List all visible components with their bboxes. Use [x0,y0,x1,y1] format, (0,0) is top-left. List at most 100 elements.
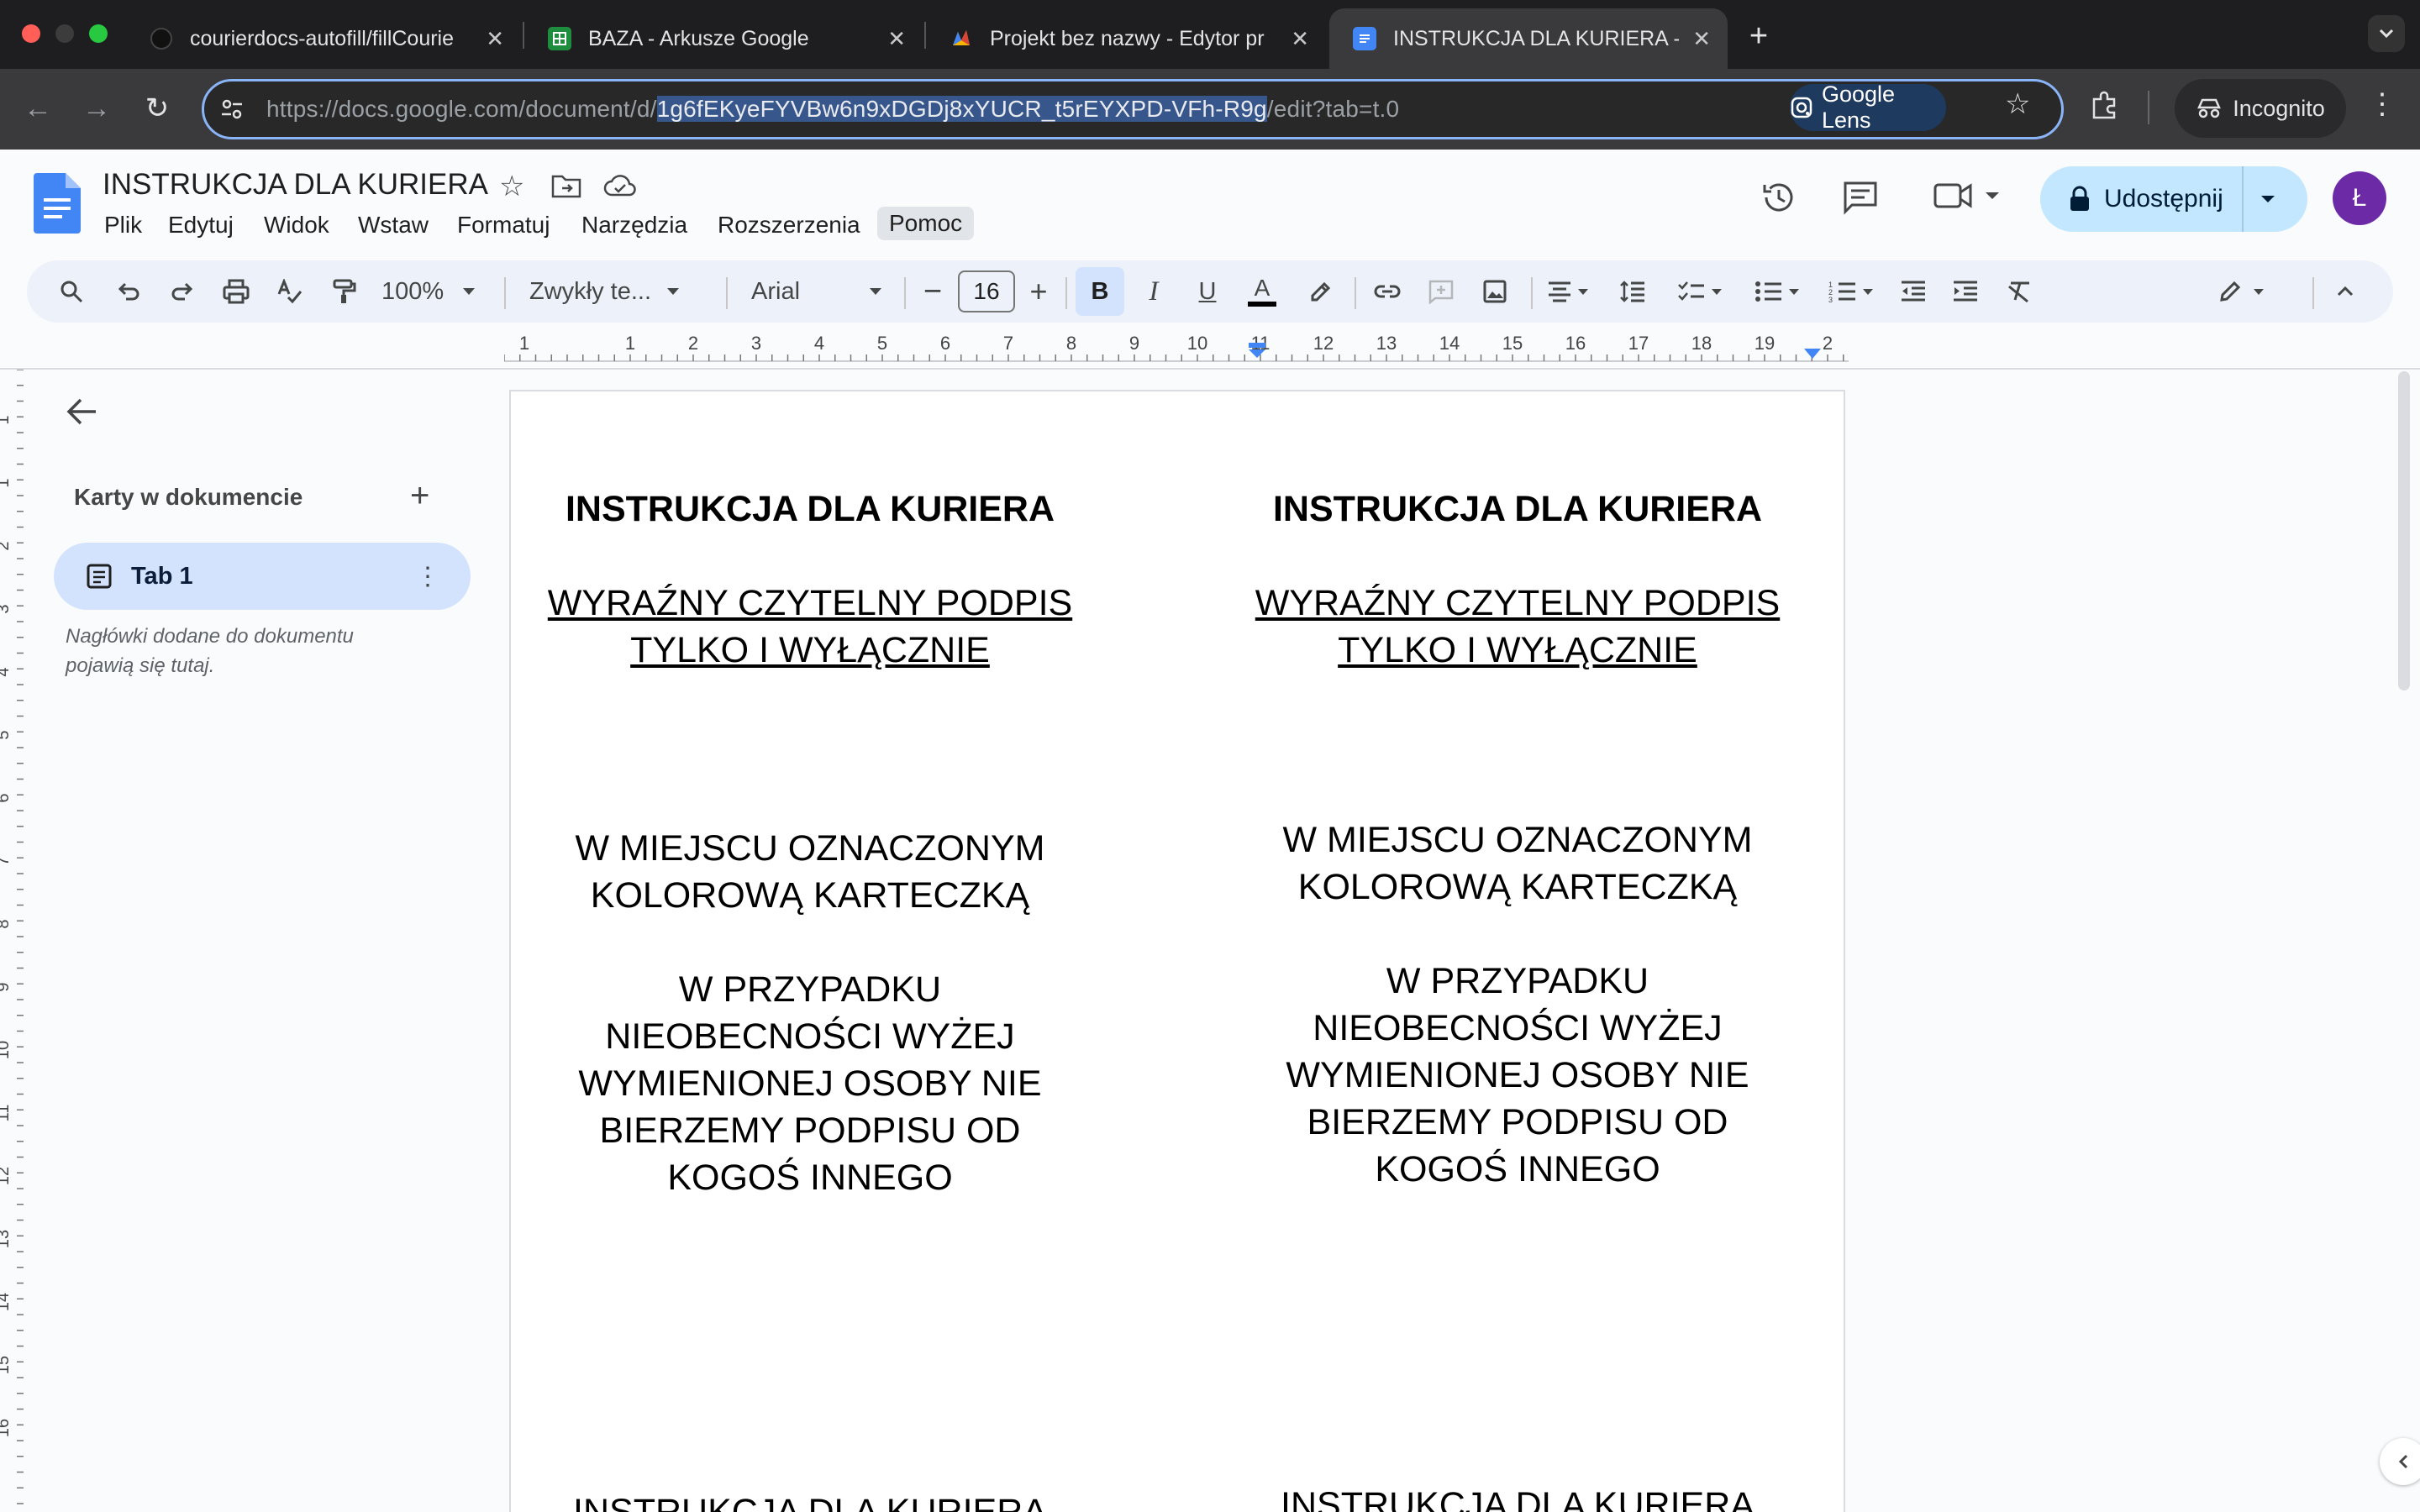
close-window-button[interactable] [22,24,40,43]
zoom-window-button[interactable] [89,24,108,43]
docs-logo-icon[interactable] [34,173,81,234]
version-history-icon[interactable] [1760,178,1798,217]
right-indent-marker-icon[interactable] [1803,348,1822,360]
side-panel-toggle-chevron-icon[interactable] [2380,1438,2420,1485]
google-lens-button[interactable]: Google Lens [1790,81,1946,133]
font-select[interactable]: Arial [751,267,882,316]
right-absence-line-2: NIEOBECNOŚCI WYŻEJ [1313,1008,1723,1048]
ruler-label: 2 [0,541,13,550]
bold-button[interactable]: B [1076,267,1124,316]
menu-edytuj[interactable]: Edytuj [168,212,234,239]
back-arrow-icon[interactable]: ← [17,87,59,129]
right-absence-line-3: WYMIENIONEJ OSOBY NIE [1286,1055,1749,1095]
menu-plik[interactable]: Plik [104,212,142,239]
ruler-label: 10 [0,1041,13,1059]
vertical-scrollbar[interactable] [2391,370,2420,1512]
left-absence-line-1: W PRZYPADKU [678,969,942,1010]
close-tab-icon[interactable]: ✕ [486,26,504,52]
meet-video-button[interactable] [1933,181,2000,210]
insert-image-icon[interactable] [1476,267,1514,316]
tab-options-kebab-icon[interactable]: ⋮ [415,562,440,591]
close-outline-back-arrow-icon[interactable] [64,395,101,428]
forward-arrow-icon[interactable]: → [76,87,118,129]
close-tab-icon[interactable]: ✕ [887,26,906,52]
align-center-icon [1549,281,1570,302]
clear-formatting-icon[interactable] [2000,267,2039,316]
site-settings-icon[interactable] [219,97,245,122]
line-spacing-icon[interactable] [1613,267,1652,316]
share-button[interactable]: Udostępnij [2040,166,2307,232]
print-icon[interactable] [217,267,255,316]
ruler-label: 4 [814,333,824,354]
redo-icon[interactable] [163,267,202,316]
decrease-font-size-icon[interactable]: − [918,267,948,316]
paragraph-style-select[interactable]: Zwykły te... [529,267,706,316]
share-dropdown-caret-icon[interactable] [2260,194,2275,204]
bookmark-star-icon[interactable]: ☆ [2005,87,2030,121]
bulleted-list-select[interactable] [1749,267,1805,316]
zoom-select[interactable]: 100% [381,267,482,316]
undo-icon[interactable] [109,267,148,316]
reload-icon[interactable]: ↻ [136,87,178,129]
close-tab-icon[interactable]: ✕ [1692,26,1711,52]
text-color-a-icon: A [1254,275,1270,301]
star-document-icon[interactable]: ☆ [499,170,524,203]
text-color-button[interactable]: A [1240,267,1284,316]
browser-menu-kebab-icon[interactable]: ⋮ [2368,87,2396,121]
add-comment-icon[interactable] [1422,267,1460,316]
scrollbar-thumb[interactable] [2398,371,2410,690]
new-tab-plus-icon[interactable]: + [1738,15,1780,57]
checklist-select[interactable] [1672,267,1728,316]
spellcheck-icon[interactable] [271,267,309,316]
add-tab-plus-icon[interactable]: + [410,477,429,515]
menu-pomoc[interactable]: Pomoc [877,207,975,240]
document-page[interactable]: INSTRUKCJA DLA KURIERA WYRAŹNY CZYTELNY … [509,390,1845,1512]
url-text[interactable]: https://docs.google.com/document/d/1g6fE… [266,96,1399,123]
editing-mode-select[interactable] [2208,267,2274,316]
align-select[interactable] [1543,267,1593,316]
tab-search-chevron-icon[interactable] [2368,15,2405,52]
menu-formatuj[interactable]: Formatuj [457,212,550,239]
tab-title: courierdocs-autofill/fillCourie [190,26,455,50]
incognito-indicator[interactable]: Incognito [2175,79,2346,138]
browser-tab-docs-active[interactable]: INSTRUKCJA DLA KURIERA - ✕ [1329,8,1728,69]
increase-font-size-icon[interactable]: + [1023,267,1054,316]
ruler-label: 16 [1565,333,1586,354]
paint-format-icon[interactable] [324,267,363,316]
search-menus-icon[interactable] [52,267,91,316]
horizontal-ruler[interactable]: 1123456789101112131415161718192 [504,331,1849,365]
insert-link-icon[interactable] [1368,267,1407,316]
extensions-puzzle-icon[interactable] [2089,89,2121,121]
highlight-pen-icon[interactable] [1301,267,1339,316]
increase-indent-icon[interactable] [1946,267,1985,316]
underline-button[interactable]: U [1186,267,1228,316]
menu-widok[interactable]: Widok [264,212,329,239]
menu-narzedzia[interactable]: Narzędzia [581,212,687,239]
browser-tab-sheets[interactable]: BAZA - Arkusze Google ✕ [524,8,923,69]
toolbar-divider [726,277,728,309]
comments-icon[interactable] [1842,180,1879,215]
font-size-input[interactable]: 16 [958,270,1015,312]
tab-item-tab-1[interactable]: Tab 1 ⋮ [54,543,471,610]
menu-wstaw[interactable]: Wstaw [358,212,429,239]
indent-marker-icon[interactable] [1247,343,1267,360]
right-absence-line-1: W PRZYPADKU [1386,961,1649,1001]
move-folder-icon[interactable] [551,173,581,198]
italic-button[interactable]: I [1133,267,1175,316]
hide-menus-chevron-up-icon[interactable] [2326,267,2365,316]
browser-tab-canva[interactable]: Projekt bez nazwy - Edytor pr ✕ [926,8,1326,69]
dropdown-caret-icon [667,288,680,295]
minimize-window-button[interactable] [55,24,74,43]
avatar[interactable]: Ł [2333,171,2386,225]
document-title[interactable]: INSTRUKCJA DLA KURIERA [103,168,488,202]
omnibox[interactable]: https://docs.google.com/document/d/1g6fE… [202,79,2064,139]
menu-rozszerzenia[interactable]: Rozszerzenia [718,212,860,239]
left-signature-line-1: WYRAŹNY CZYTELNY PODPIS [547,583,1073,623]
decrease-indent-icon[interactable] [1894,267,1933,316]
dropdown-caret-icon [1863,288,1873,295]
browser-tab-github[interactable]: courierdocs-autofill/fillCourie ✕ [126,8,521,69]
ruler-label: 7 [1003,333,1013,354]
ruler-label: 17 [1628,333,1649,354]
close-tab-icon[interactable]: ✕ [1291,26,1309,52]
numbered-list-select[interactable]: 123 [1823,267,1879,316]
